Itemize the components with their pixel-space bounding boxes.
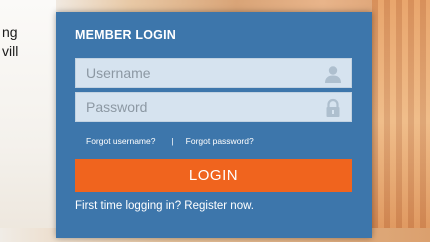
lock-icon: [326, 98, 340, 117]
login-button[interactable]: LOGIN: [75, 159, 352, 192]
background-text-line: ng: [2, 24, 18, 40]
password-field[interactable]: [75, 92, 352, 122]
background-decoration: [372, 0, 430, 242]
background-text-line: vill: [2, 43, 19, 59]
panel-title: MEMBER LOGIN: [75, 28, 177, 42]
username-input[interactable]: [76, 59, 351, 87]
password-input[interactable]: [76, 93, 351, 121]
forgot-password-link[interactable]: Forgot password?: [186, 136, 254, 146]
user-icon: [325, 66, 341, 83]
forgot-username-link[interactable]: Forgot username?: [86, 136, 155, 146]
forgot-links: Forgot username? | Forgot password?: [75, 134, 352, 148]
username-field[interactable]: [75, 58, 352, 88]
register-link[interactable]: First time logging in? Register now.: [75, 199, 352, 213]
link-separator: |: [171, 136, 174, 146]
member-login-panel: MEMBER LOGIN Forgot username? | Forgot p…: [56, 12, 372, 238]
